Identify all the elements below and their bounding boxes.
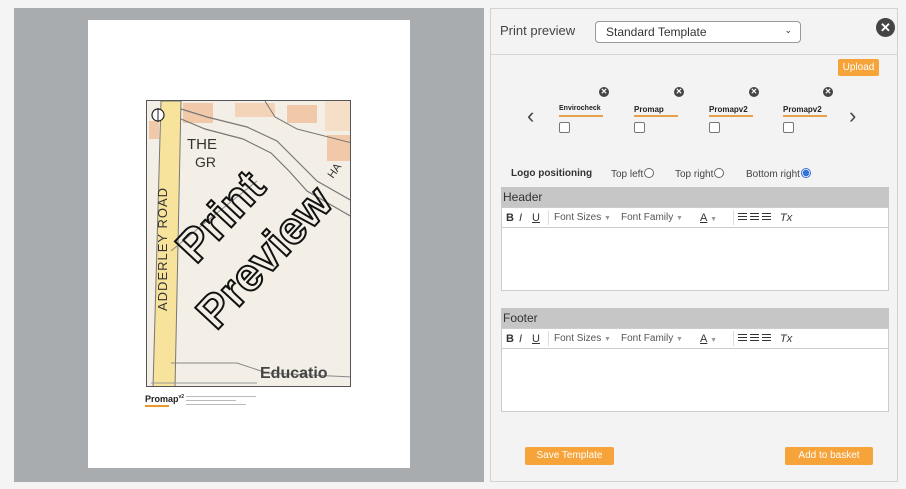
align-right-icon bbox=[762, 334, 771, 342]
paper-logo-version: v2 bbox=[178, 394, 185, 400]
template-select-value: Standard Template bbox=[606, 25, 707, 39]
bold-button[interactable]: B bbox=[506, 212, 514, 224]
paper-footer-logo: Promapv2 bbox=[145, 394, 184, 407]
logo-positioning-label: Logo positioning bbox=[511, 168, 593, 179]
print-preview-dialog: THE GR HA ADDERLEY ROAD Educatio Print P… bbox=[0, 0, 906, 489]
logo-checkbox[interactable] bbox=[634, 122, 645, 133]
remove-logo-icon[interactable]: ✕ bbox=[599, 87, 609, 97]
align-buttons[interactable] bbox=[738, 212, 774, 223]
paper-fine-print bbox=[186, 396, 256, 397]
header-toolbar: B I U Font Sizes ▼ Font Family ▼ A ▼ Tx bbox=[501, 207, 889, 228]
clear-format-button[interactable]: Tx bbox=[780, 333, 792, 345]
font-family-dropdown[interactable]: Font Family ▼ bbox=[621, 212, 683, 223]
remove-logo-icon[interactable]: ✕ bbox=[749, 87, 759, 97]
chevron-left-icon[interactable]: ‹ bbox=[527, 103, 534, 129]
save-template-button[interactable]: Save Template bbox=[525, 447, 614, 465]
logo-name: Promap bbox=[634, 105, 664, 114]
logo-name: Envirocheck bbox=[559, 105, 601, 112]
underline-button[interactable]: U bbox=[532, 212, 540, 224]
close-icon[interactable]: ✕ bbox=[876, 18, 895, 37]
paper-fine-print bbox=[186, 404, 246, 405]
logo-card: ✕ Promap bbox=[634, 87, 698, 137]
chevron-right-icon[interactable]: › bbox=[849, 103, 856, 129]
map-label-the: THE bbox=[187, 136, 217, 153]
logo-name: Promapv2 bbox=[783, 105, 822, 114]
footer-editor[interactable] bbox=[501, 349, 889, 412]
panel-header: Print preview Standard Template ⌄ ✕ bbox=[491, 9, 897, 55]
add-to-basket-button[interactable]: Add to basket bbox=[785, 447, 873, 465]
map-preview: THE GR HA ADDERLEY ROAD Educatio Print P… bbox=[146, 100, 351, 387]
footer-section-title: Footer bbox=[501, 308, 889, 328]
template-select[interactable]: Standard Template ⌄ bbox=[595, 21, 801, 43]
align-center-icon bbox=[750, 213, 759, 221]
map-label-education: Educatio bbox=[260, 365, 328, 382]
logo-name: Promapv2 bbox=[709, 105, 748, 114]
logo-checkbox[interactable] bbox=[709, 122, 720, 133]
logo-card: ✕ Envirocheck bbox=[559, 87, 623, 137]
font-color-button[interactable]: A ▼ bbox=[700, 333, 717, 345]
align-buttons[interactable] bbox=[738, 333, 774, 344]
map-label-gr: GR bbox=[195, 154, 216, 170]
remove-logo-icon[interactable]: ✕ bbox=[674, 87, 684, 97]
font-family-dropdown[interactable]: Font Family ▼ bbox=[621, 333, 683, 344]
print-settings-panel: Print preview Standard Template ⌄ ✕ Uplo… bbox=[490, 8, 898, 482]
underline-button[interactable]: U bbox=[532, 333, 540, 345]
page-preview-area: THE GR HA ADDERLEY ROAD Educatio Print P… bbox=[14, 8, 484, 482]
panel-title: Print preview bbox=[500, 23, 576, 38]
position-option-bottom-right[interactable]: Bottom right bbox=[746, 168, 811, 180]
preview-paper: THE GR HA ADDERLEY ROAD Educatio Print P… bbox=[88, 20, 410, 468]
align-right-icon bbox=[762, 213, 771, 221]
position-option-top-right[interactable]: Top right bbox=[675, 168, 725, 180]
radio-bottom-right[interactable] bbox=[800, 168, 811, 178]
radio-top-left[interactable] bbox=[644, 168, 655, 178]
chevron-down-icon: ⌄ bbox=[784, 25, 792, 35]
paper-logo-name: Promap bbox=[145, 394, 179, 404]
upload-button[interactable]: Upload bbox=[838, 59, 879, 76]
footer-toolbar: B I U Font Sizes ▼ Font Family ▼ A ▼ Tx bbox=[501, 328, 889, 349]
logo-positioning-row: Logo positioning Top left Top right Bott… bbox=[511, 168, 891, 182]
font-sizes-dropdown[interactable]: Font Sizes ▼ bbox=[554, 333, 611, 344]
italic-button[interactable]: I bbox=[519, 333, 522, 345]
logo-card: ✕ Promapv2 bbox=[783, 87, 847, 137]
italic-button[interactable]: I bbox=[519, 212, 522, 224]
font-color-button[interactable]: A ▼ bbox=[700, 212, 717, 224]
align-left-icon bbox=[738, 334, 747, 342]
align-left-icon bbox=[738, 213, 747, 221]
bold-button[interactable]: B bbox=[506, 333, 514, 345]
logo-checkbox[interactable] bbox=[783, 122, 794, 133]
radio-top-right[interactable] bbox=[714, 168, 725, 178]
position-option-top-left[interactable]: Top left bbox=[611, 168, 655, 180]
road-label: ADDERLEY ROAD bbox=[155, 187, 170, 311]
header-editor[interactable] bbox=[501, 228, 889, 291]
header-section-title: Header bbox=[501, 187, 889, 207]
clear-format-button[interactable]: Tx bbox=[780, 212, 792, 224]
remove-logo-icon[interactable]: ✕ bbox=[823, 87, 833, 97]
align-center-icon bbox=[750, 334, 759, 342]
logo-card: ✕ Promapv2 bbox=[709, 87, 773, 137]
font-sizes-dropdown[interactable]: Font Sizes ▼ bbox=[554, 212, 611, 223]
paper-fine-print bbox=[186, 400, 236, 401]
logo-checkbox[interactable] bbox=[559, 122, 570, 133]
